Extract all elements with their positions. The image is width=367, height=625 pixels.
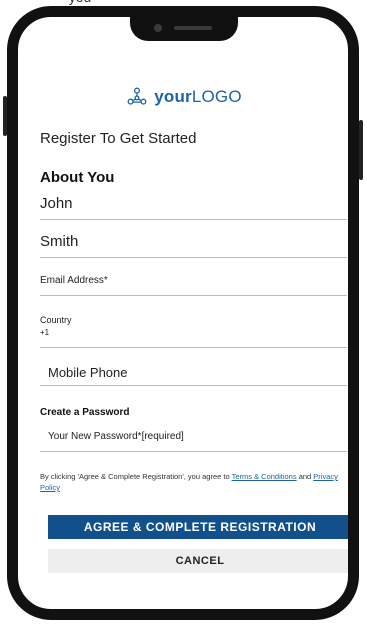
page-title: Register To Get Started (40, 130, 197, 147)
first-name-field[interactable]: John (40, 195, 347, 220)
cancel-button[interactable]: CANCEL (48, 549, 348, 573)
mobile-phone-field[interactable]: Mobile Phone (40, 365, 347, 386)
country-field[interactable]: Country +1 (40, 313, 347, 348)
network-icon (127, 87, 147, 105)
country-label: Country (40, 315, 72, 325)
phone-side-button (359, 120, 363, 180)
email-field[interactable]: Email Address* (40, 275, 347, 296)
last-name-field[interactable]: Smith (40, 233, 347, 258)
password-field[interactable]: Your New Password*[required] (40, 431, 347, 452)
phone-frame: yourLOGO Register To Get Started About Y… (7, 6, 359, 620)
speaker-icon (174, 26, 212, 30)
terms-link[interactable]: Terms & Conditions (232, 472, 297, 481)
cropped-text: you (50, 0, 110, 5)
camera-icon (154, 24, 162, 32)
brand-logo: yourLOGO (40, 83, 328, 111)
terms-notice: By clicking 'Agree & Complete Registrati… (40, 472, 338, 492)
section-heading-about: About You (40, 169, 115, 186)
logo-wordmark: yourLOGO (154, 87, 242, 106)
section-heading-password: Create a Password (40, 407, 130, 418)
agree-register-button[interactable]: AGREE & COMPLETE REGISTRATION (48, 515, 348, 539)
phone-notch (130, 17, 238, 41)
country-code: +1 (40, 328, 50, 337)
